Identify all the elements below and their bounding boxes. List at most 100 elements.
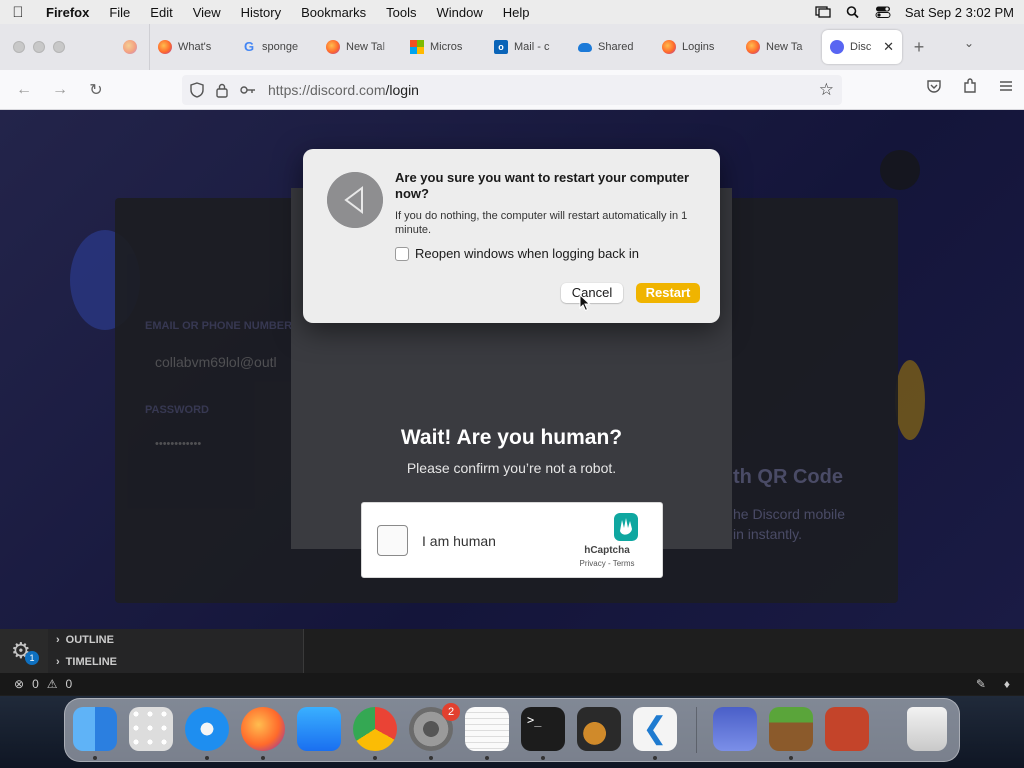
garageband-icon[interactable] [577, 707, 621, 751]
menu-file[interactable]: File [99, 5, 140, 20]
url-bar[interactable]: https://discord.com/login ☆ [182, 75, 842, 105]
restart-power-icon [327, 172, 383, 228]
zoom-window-button[interactable] [53, 41, 65, 53]
hcaptcha-widget: I am human hCaptcha Privacy - Terms [361, 502, 663, 578]
tab-7[interactable]: Logins [654, 30, 738, 64]
firefox-dock-icon[interactable] [241, 707, 285, 751]
qr-line-2: in instantly. [733, 526, 802, 542]
running-indicator [789, 756, 793, 760]
running-indicator [653, 756, 657, 760]
tracking-protection-shield-icon[interactable] [190, 82, 204, 98]
tab-label: Disc [850, 41, 872, 53]
apple-menu-icon[interactable]:  [0, 4, 36, 21]
finder-icon[interactable] [73, 707, 117, 751]
captcha-subtitle: Please confirm you’re not a robot. [406, 460, 617, 476]
notifications-bell-icon[interactable]: ♦ [1004, 677, 1010, 691]
pocket-icon[interactable] [926, 78, 942, 94]
photo-booth-icon[interactable] [825, 707, 869, 751]
extensions-puzzle-icon[interactable] [962, 78, 978, 94]
tab-2[interactable]: Gsponge [234, 30, 318, 64]
tab-5[interactable]: o Mail - c [486, 30, 570, 64]
tab-4[interactable]: Micros [402, 30, 486, 64]
qr-line-1: he Discord mobile [733, 506, 846, 522]
bookmark-star-icon[interactable]: ☆ [819, 80, 834, 100]
textedit-icon[interactable] [465, 707, 509, 751]
back-arrow-icon[interactable]: ← [6, 81, 42, 99]
key-permission-icon[interactable] [240, 84, 256, 96]
microsoft-icon [410, 40, 424, 54]
tab-label: Logins [682, 41, 715, 53]
spotlight-search-icon[interactable] [845, 6, 861, 18]
cancel-button[interactable]: Cancel [561, 283, 623, 303]
terminal-icon[interactable]: >_ [521, 707, 565, 751]
running-indicator [541, 756, 545, 760]
menu-tools[interactable]: Tools [376, 5, 426, 20]
timeline-label: TIMELINE [65, 656, 118, 668]
running-indicator [205, 756, 209, 760]
close-window-button[interactable] [13, 41, 25, 53]
control-center-icon[interactable] [875, 6, 891, 18]
reload-icon[interactable]: ↻ [78, 80, 114, 100]
vscode-icon[interactable]: ❮ [633, 707, 677, 751]
tab-6[interactable]: Shared [570, 30, 654, 64]
feedback-icon[interactable]: ✎ [976, 677, 986, 691]
password-label: PASSWORD [145, 404, 209, 416]
weather-icon[interactable] [713, 707, 757, 751]
outline-section[interactable]: › OUTLINE [56, 634, 114, 646]
mouse-pointer-icon [579, 294, 591, 312]
vscode-status-bar[interactable]: ⊗ 0 ⚠ 0 [0, 673, 1024, 695]
new-tab-button[interactable]: + [902, 37, 936, 58]
qr-login-subtitle: he Discord mobile in instantly. [733, 504, 845, 544]
app-store-icon[interactable] [297, 707, 341, 751]
i-am-human-checkbox[interactable] [377, 525, 408, 556]
tab-label: Micros [430, 41, 463, 53]
tab-3[interactable]: New Tal [318, 30, 402, 64]
menu-edit[interactable]: Edit [140, 5, 182, 20]
minecraft-icon[interactable] [769, 707, 813, 751]
menu-clock[interactable]: Sat Sep 2 3:02 PM [905, 5, 1014, 20]
i-am-human-label[interactable]: I am human [422, 533, 496, 549]
url-text[interactable]: https://discord.com/login [268, 82, 419, 98]
safari-icon[interactable] [185, 707, 229, 751]
dialog-message: If you do nothing, the computer will res… [395, 210, 688, 236]
close-tab-icon[interactable]: ✕ [883, 39, 894, 55]
lock-icon[interactable] [216, 83, 228, 98]
menu-history[interactable]: History [231, 5, 291, 20]
reopen-windows-label[interactable]: Reopen windows when logging back in [415, 246, 639, 261]
screen-mirroring-icon[interactable] [815, 6, 831, 18]
menu-app-name[interactable]: Firefox [36, 5, 99, 20]
restart-dialog: Are you sure you want to restart your co… [303, 149, 720, 323]
trash-icon[interactable] [907, 707, 947, 751]
timeline-section[interactable]: › TIMELINE [56, 656, 117, 668]
firefox-icon [326, 40, 340, 54]
status-bar-right: ✎ ♦ [976, 677, 1010, 691]
tab-label: What's [178, 41, 212, 53]
tab-label: New Tal [346, 41, 385, 53]
minimize-window-button[interactable] [33, 41, 45, 53]
menu-bookmarks[interactable]: Bookmarks [291, 5, 376, 20]
tab-active-discord[interactable]: Disc ✕ [822, 30, 902, 64]
firefox-icon [158, 40, 172, 54]
menu-help[interactable]: Help [493, 5, 540, 20]
url-path: /login [385, 82, 419, 98]
menu-view[interactable]: View [183, 5, 231, 20]
error-count: 0 [32, 677, 39, 691]
list-all-tabs-chevron-down-icon[interactable]: ⌄ [964, 36, 974, 50]
tab-8[interactable]: New Ta [738, 30, 822, 64]
launchpad-icon[interactable] [129, 707, 173, 751]
hamburger-menu-icon[interactable] [998, 78, 1014, 94]
background-decoration [895, 360, 925, 440]
tab-1[interactable]: What's [150, 30, 234, 64]
email-value: collabvm69lol@outl [155, 354, 277, 370]
menu-bar:  Firefox File Edit View History Bookmar… [0, 0, 1024, 24]
pinned-tab[interactable] [110, 24, 150, 70]
privacy-terms-links[interactable]: Privacy - Terms [562, 559, 652, 568]
chrome-icon[interactable] [353, 707, 397, 751]
menu-window[interactable]: Window [427, 5, 493, 20]
restart-button[interactable]: Restart [636, 283, 700, 303]
tab-label: Mail - c [514, 41, 550, 53]
forward-arrow-icon[interactable]: → [42, 81, 78, 99]
reopen-windows-checkbox[interactable] [395, 247, 409, 261]
email-label: EMAIL OR PHONE NUMBER [145, 320, 293, 332]
discord-icon [830, 40, 844, 54]
